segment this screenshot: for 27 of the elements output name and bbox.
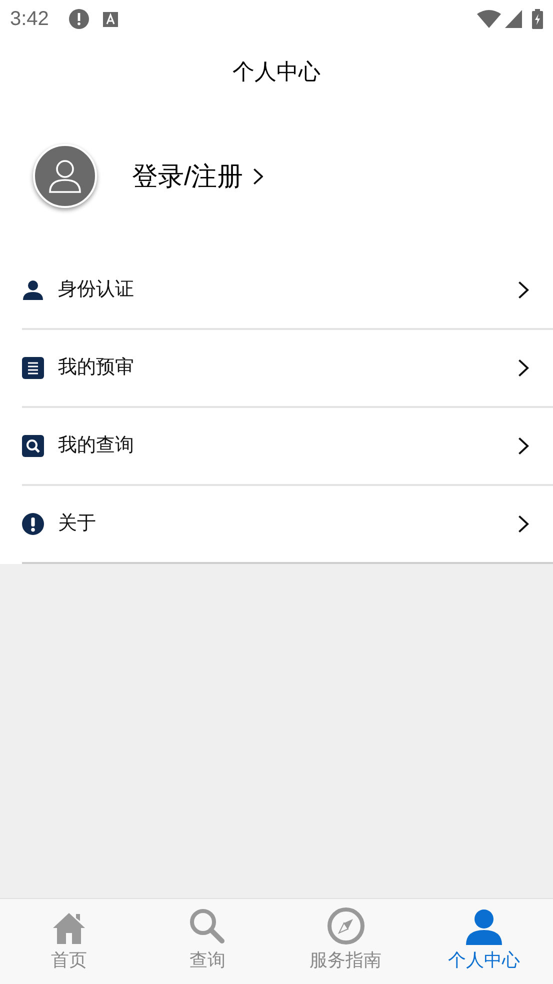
- alert-icon: [68, 9, 89, 29]
- menu-item[interactable]: 身份认证: [0, 252, 553, 328]
- battery-icon: [532, 9, 543, 29]
- home-icon: [52, 911, 86, 945]
- wifi-icon: [477, 10, 501, 28]
- menu-item[interactable]: 我的预审: [0, 330, 553, 406]
- chevron-right-icon: [518, 281, 529, 299]
- compass-icon: [326, 907, 365, 945]
- search-icon: [22, 435, 44, 457]
- chevron-right-icon: [518, 359, 529, 377]
- chevron-right-icon: [253, 168, 264, 184]
- person-icon: [464, 909, 503, 945]
- person-icon: [22, 280, 44, 300]
- list-icon: [22, 357, 44, 379]
- chevron-right-icon: [518, 437, 529, 455]
- signal-icon: [505, 10, 522, 28]
- status-time: 3:42: [10, 7, 49, 32]
- menu-item[interactable]: 关于: [0, 486, 553, 562]
- chevron-right-icon: [518, 515, 529, 533]
- tab[interactable]: 个人中心: [414, 899, 553, 984]
- menu-item[interactable]: 我的查询: [0, 408, 553, 484]
- search-icon: [188, 907, 226, 945]
- keyboard-icon: [102, 12, 118, 26]
- page-title: 个人中心: [232, 58, 320, 86]
- login-link[interactable]: 登录/注册: [132, 156, 264, 196]
- alert-icon: [22, 513, 44, 535]
- person-icon: [48, 159, 82, 193]
